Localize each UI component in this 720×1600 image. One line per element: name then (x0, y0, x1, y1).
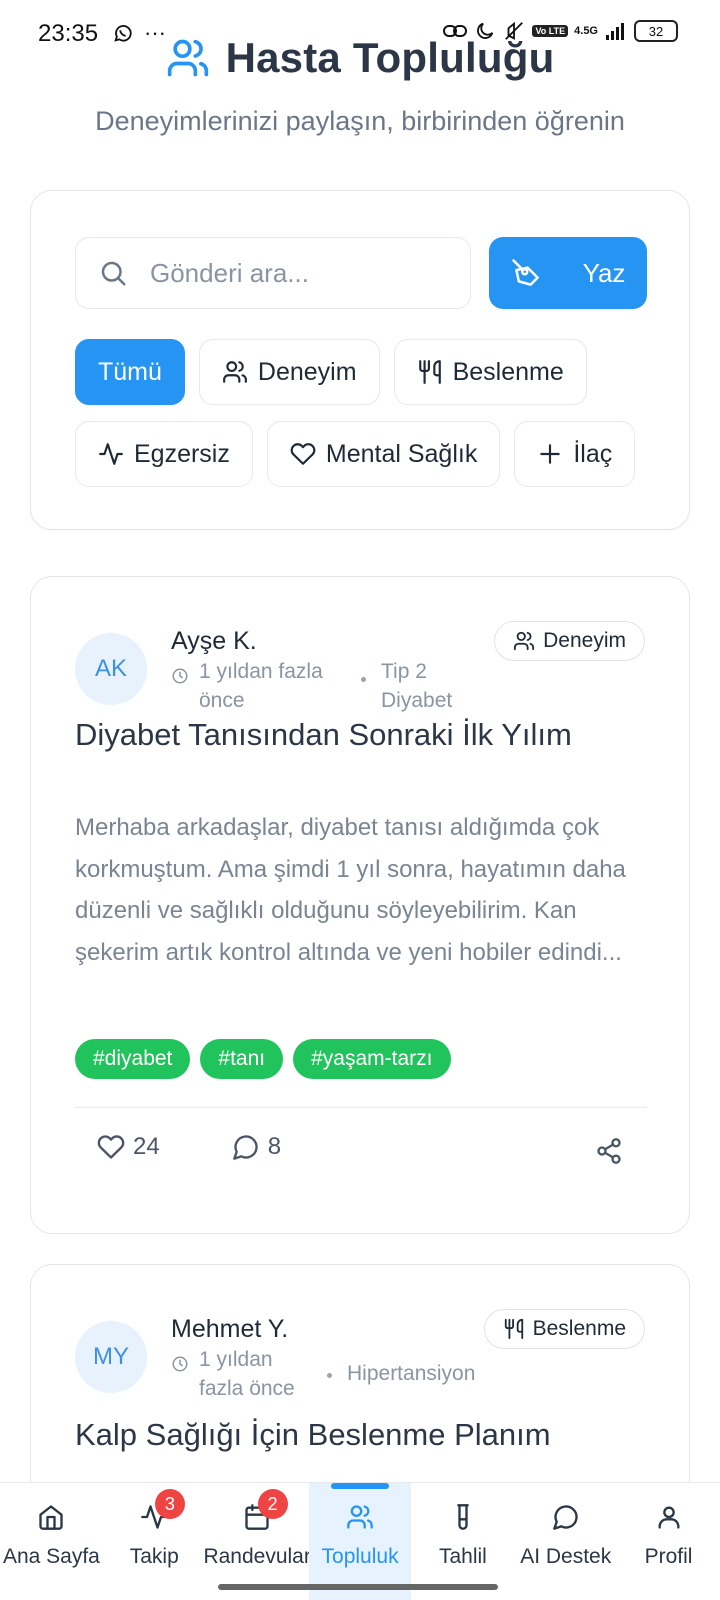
nav-item-tracking[interactable]: 3 Takip (103, 1483, 206, 1600)
nav-label: AI Destek (520, 1545, 612, 1568)
utensils-icon (417, 359, 443, 385)
post-author[interactable]: Mehmet Y. (171, 1315, 288, 1344)
category-badge[interactable]: Beslenme (483, 1309, 645, 1349)
page-subtitle: Deneyimlerinizi paylaşın, birbirinden öğ… (95, 106, 625, 136)
search-box[interactable] (75, 237, 471, 309)
post-actions: 24 8 (97, 1133, 281, 1161)
category-badge[interactable]: Deneyim (494, 621, 645, 661)
nav-item-appointments[interactable]: 2 Randevular (203, 1483, 311, 1600)
post-time-text: 1 yıldan fazla önce (199, 1348, 295, 1400)
tag[interactable]: #tanı (200, 1039, 284, 1079)
nav-label: Takip (129, 1545, 179, 1568)
chip-label: Deneyim (257, 357, 357, 386)
category-label: Beslenme (532, 1317, 626, 1340)
users-icon (346, 1503, 374, 1531)
user-icon (655, 1503, 683, 1531)
nav-item-community[interactable]: Topluluk (308, 1483, 412, 1600)
share-button[interactable] (595, 1137, 623, 1165)
home-icon (37, 1503, 65, 1531)
post-excerpt: Merhaba arkadaşlar, diyabet tanısı aldığ… (75, 814, 626, 966)
post-card[interactable]: AK Ayşe K. 1 yıldan fazla önce Tip 2 Diy… (30, 576, 690, 1234)
filter-chip-all[interactable]: Tümü (75, 339, 185, 405)
tag[interactable]: #yaşam-tarzı (293, 1039, 451, 1079)
tag[interactable]: #diyabet (75, 1039, 191, 1079)
notification-badge: 2 (257, 1489, 288, 1519)
clock-icon (171, 667, 189, 715)
post-time: 1 yıldan fazla önce (171, 1345, 317, 1403)
chat-icon (552, 1503, 580, 1531)
test-tube-icon (449, 1503, 477, 1531)
filter-chip-experience[interactable]: Deneyim (198, 339, 380, 405)
post-title[interactable]: Diyabet Tanısından Sonraki İlk Yılım (75, 717, 572, 753)
bottom-nav: Ana Sayfa 3 Takip 2 Randevular Topluluk … (0, 1482, 720, 1600)
post-tags: #diyabet #tanı #yaşam-tarzı (75, 1039, 451, 1079)
category-label: Deneyim (543, 629, 626, 652)
meta-separator (327, 1373, 332, 1378)
nav-item-profile[interactable]: Profil (617, 1483, 720, 1600)
search-icon (98, 258, 128, 288)
comment-count: 8 (267, 1133, 282, 1160)
post-time-text: 1 yıldan fazla önce (199, 660, 323, 712)
chip-label: Mental Sağlık (325, 439, 478, 468)
heart-icon (290, 441, 316, 467)
users-icon (222, 359, 248, 385)
write-post-button[interactable]: Yaz (489, 237, 647, 309)
post-time: 1 yıldan fazla önce (171, 657, 349, 715)
activity-icon (98, 441, 124, 467)
utensils-icon (503, 1318, 525, 1340)
post-condition: Tip 2 Diyabet (381, 660, 453, 712)
chip-label: Tümü (98, 357, 162, 386)
heart-icon (97, 1133, 125, 1161)
filter-chip-exercise[interactable]: Egzersiz (75, 421, 253, 487)
filter-chips: Tümü Deneyim Beslenme Egzersiz Mental Sa… (75, 339, 655, 487)
like-count: 24 (133, 1133, 160, 1160)
notification-badge: 3 (154, 1489, 185, 1519)
avatar[interactable]: AK (75, 633, 147, 705)
filter-card: Yaz Tümü Deneyim Beslenme Egzersiz Menta… (30, 190, 690, 530)
chip-label: Egzersiz (134, 439, 230, 468)
search-input[interactable] (150, 257, 450, 289)
comment-icon (232, 1133, 260, 1161)
nav-item-lab-results[interactable]: Tahlil (411, 1483, 514, 1600)
divider (75, 1107, 647, 1108)
nav-label: Randevular (203, 1545, 311, 1568)
chip-label: Beslenme (452, 357, 564, 386)
nav-label: Profil (644, 1545, 693, 1568)
filter-chip-mental-health[interactable]: Mental Sağlık (266, 421, 501, 487)
like-button[interactable]: 24 (97, 1133, 160, 1161)
nav-label: Tahlil (438, 1545, 487, 1568)
clock-icon (171, 1355, 189, 1403)
pen-icon (511, 258, 541, 288)
filter-chip-nutrition[interactable]: Beslenme (393, 339, 587, 405)
filter-chip-medication[interactable]: İlaç (514, 421, 636, 487)
users-icon (513, 630, 535, 652)
post-author[interactable]: Ayşe K. (171, 627, 257, 656)
avatar[interactable]: MY (75, 1321, 147, 1393)
comment-button[interactable]: 8 (232, 1133, 281, 1161)
write-post-label: Yaz (582, 257, 626, 288)
nav-item-home[interactable]: Ana Sayfa (0, 1483, 103, 1600)
nav-label: Topluluk (321, 1545, 399, 1568)
page-header: Hasta Topluluğu Deneyimlerinizi paylaşın… (0, 30, 720, 137)
meta-separator (361, 677, 366, 682)
nav-item-ai-support[interactable]: AI Destek (514, 1483, 617, 1600)
plus-icon (537, 441, 563, 467)
post-title[interactable]: Kalp Sağlığı İçin Beslenme Planım (75, 1417, 551, 1453)
home-indicator[interactable] (218, 1584, 498, 1590)
users-icon (166, 36, 210, 80)
post-condition: Hipertansiyon (347, 1362, 476, 1385)
page-title: Hasta Topluluğu (225, 34, 555, 81)
nav-label: Ana Sayfa (2, 1545, 100, 1568)
share-icon (595, 1137, 623, 1165)
chip-label: İlaç (573, 439, 613, 468)
